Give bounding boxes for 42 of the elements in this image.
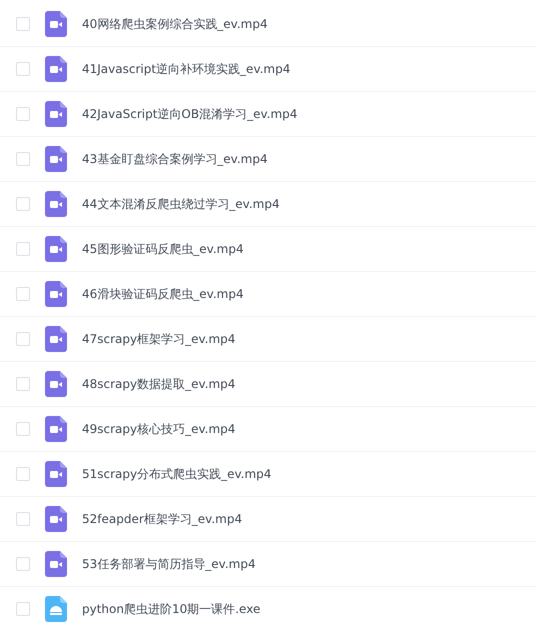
file-name[interactable]: 42JavaScript逆向OB混淆学习_ev.mp4 [82, 106, 298, 122]
checkbox[interactable] [16, 332, 30, 346]
video-file-icon [45, 416, 67, 442]
file-name[interactable]: 40网络爬虫案例综合实践_ev.mp4 [82, 16, 268, 32]
file-name[interactable]: 47scrapy框架学习_ev.mp4 [82, 330, 236, 348]
file-name[interactable]: 43基金盯盘综合案例学习_ev.mp4 [82, 150, 268, 168]
checkbox[interactable] [16, 17, 30, 31]
file-name[interactable]: 51scrapy分布式爬虫实践_ev.mp4 [82, 466, 272, 482]
file-name[interactable]: 44文本混淆反爬虫绕过学习_ev.mp4 [82, 196, 280, 212]
checkbox[interactable] [16, 107, 30, 121]
video-file-icon [45, 146, 67, 172]
file-name[interactable]: 46滑块验证码反爬虫_ev.mp4 [82, 286, 244, 302]
video-file-icon [45, 461, 67, 487]
checkbox[interactable] [16, 152, 30, 166]
file-name[interactable]: 45图形验证码反爬虫_ev.mp4 [82, 240, 244, 258]
checkbox[interactable] [16, 602, 30, 616]
checkbox[interactable] [16, 287, 30, 301]
checkbox[interactable] [16, 197, 30, 211]
checkbox[interactable] [16, 422, 30, 436]
checkbox[interactable] [16, 62, 30, 76]
file-name[interactable]: 52feapder框架学习_ev.mp4 [82, 510, 242, 528]
checkbox[interactable] [16, 242, 30, 256]
checkbox[interactable] [16, 512, 30, 526]
app-file-icon [45, 596, 67, 622]
checkbox[interactable] [16, 467, 30, 481]
video-file-icon [45, 101, 67, 127]
video-file-icon [45, 281, 67, 307]
file-name[interactable]: python爬虫进阶10期一课件.exe [82, 600, 260, 618]
video-file-icon [45, 506, 67, 532]
file-name[interactable]: 53任务部署与简历指导_ev.mp4 [82, 556, 256, 572]
checkbox[interactable] [16, 377, 30, 391]
checkbox[interactable] [16, 557, 30, 571]
video-file-icon [45, 236, 67, 262]
video-file-icon [45, 551, 67, 577]
video-file-icon [45, 371, 67, 397]
file-name[interactable]: 48scrapy数据提取_ev.mp4 [82, 376, 236, 392]
video-file-icon [45, 326, 67, 352]
video-file-icon [45, 56, 67, 82]
file-name[interactable]: 41Javascript逆向补环境实践_ev.mp4 [82, 60, 290, 78]
video-file-icon [45, 191, 67, 217]
file-name[interactable]: 49scrapy核心技巧_ev.mp4 [82, 420, 236, 438]
video-file-icon [45, 11, 67, 37]
